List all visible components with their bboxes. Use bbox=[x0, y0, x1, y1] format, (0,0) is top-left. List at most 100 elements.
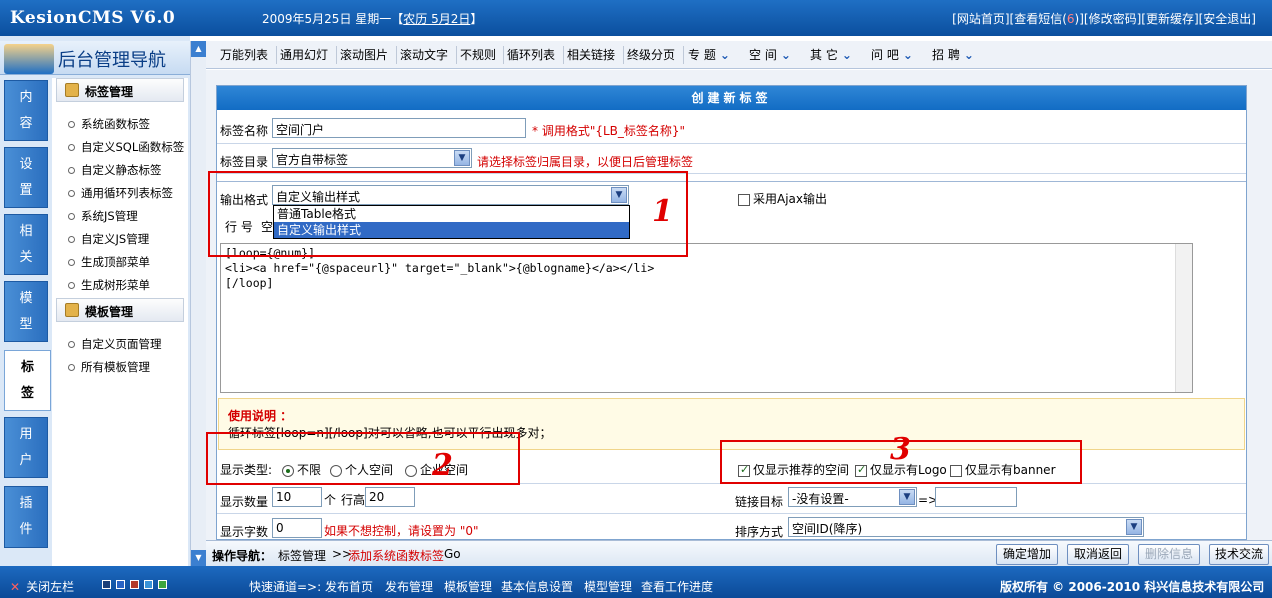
annotation-box-1 bbox=[208, 171, 688, 257]
menu-item[interactable]: 生成顶部菜单 bbox=[68, 254, 150, 270]
top-links[interactable]: [网站首页][查看短信(6)][修改密码][更新缓存][安全退出] bbox=[952, 10, 1256, 27]
lunar-date[interactable]: 农历 5月2日 bbox=[403, 12, 470, 26]
tab-item[interactable]: 相关链接 bbox=[567, 46, 615, 63]
sort-label: 排序方式 bbox=[735, 525, 784, 539]
menu-item[interactable]: 自定义静态标签 bbox=[68, 162, 162, 178]
cancel-button[interactable]: 取消返回 bbox=[1067, 544, 1129, 565]
row-divider bbox=[217, 513, 1246, 514]
tab-item[interactable]: 不规则 bbox=[460, 46, 496, 63]
tab-item[interactable]: 滚动图片 bbox=[340, 46, 388, 63]
menu-item[interactable]: 所有模板管理 bbox=[68, 359, 150, 375]
tag-dir-select[interactable]: 官方自带标签 ▼ bbox=[272, 148, 472, 168]
select-value: -没有设置- bbox=[792, 492, 849, 506]
editor-scrollbar[interactable] bbox=[1175, 244, 1192, 392]
sidebar-tab-settings[interactable]: 设 置 bbox=[4, 147, 48, 208]
footer-link[interactable]: 基本信息设置 bbox=[501, 578, 573, 595]
menu-item[interactable]: 自定义SQL函数标签 bbox=[68, 139, 184, 155]
top-links-b[interactable]: )][修改密码][更新缓存][安全退出] bbox=[1075, 12, 1256, 26]
link-target-select[interactable]: -没有设置- ▼ bbox=[788, 487, 917, 507]
count-unit: 个 bbox=[324, 493, 337, 507]
menu-item[interactable]: 系统JS管理 bbox=[68, 208, 138, 224]
tab-jobs[interactable]: 招 聘 ⌄ bbox=[932, 46, 974, 63]
sidebar-tab-related[interactable]: 相 关 bbox=[4, 214, 48, 275]
tab-label: 内 容 bbox=[19, 90, 33, 131]
breadcrumb-path[interactable]: 标签管理 bbox=[278, 547, 326, 564]
theme-swatch-icon[interactable] bbox=[130, 580, 139, 589]
display-chars-input[interactable]: 0 bbox=[272, 518, 322, 538]
menu-group-tags[interactable]: 标签管理 bbox=[56, 78, 184, 102]
tab-label: 空 间 bbox=[749, 48, 777, 62]
link-target-input[interactable] bbox=[935, 487, 1017, 507]
group-label: 标签管理 bbox=[85, 85, 134, 99]
breadcrumb-current: 添加系统函数标签 bbox=[348, 549, 445, 563]
close-left-panel[interactable]: ✕ 关闭左栏 bbox=[10, 578, 74, 595]
footer-link[interactable]: 发布管理 bbox=[385, 578, 433, 595]
tab-item[interactable]: 终级分页 bbox=[627, 46, 675, 63]
tag-name-input[interactable]: 空间门户 bbox=[272, 118, 526, 138]
chevron-down-icon[interactable]: ▼ bbox=[899, 489, 915, 505]
tab-label: 相 关 bbox=[19, 224, 33, 265]
scroll-down-icon[interactable]: ▼ bbox=[191, 550, 206, 566]
theme-swatch-icon[interactable] bbox=[144, 580, 153, 589]
tab-divider bbox=[336, 46, 337, 64]
tab-item[interactable]: 循环列表 bbox=[507, 46, 555, 63]
theme-swatch-icon[interactable] bbox=[116, 580, 125, 589]
menu-item[interactable]: 系统函数标签 bbox=[68, 116, 150, 132]
footer-link[interactable]: 发布首页 bbox=[325, 578, 373, 595]
app-logo: KesionCMS V6.0 bbox=[10, 8, 176, 28]
tab-ask[interactable]: 问 吧 ⌄ bbox=[871, 46, 913, 63]
tab-divider bbox=[456, 46, 457, 64]
scroll-up-icon[interactable]: ▲ bbox=[191, 41, 206, 57]
tab-item[interactable]: 万能列表 bbox=[220, 46, 268, 63]
theme-swatch-icon[interactable] bbox=[102, 580, 111, 589]
confirm-add-button[interactable]: 确定增加 bbox=[996, 544, 1058, 565]
sort-select[interactable]: 空间ID(降序) ▼ bbox=[788, 517, 1144, 537]
delete-button[interactable]: 删除信息 bbox=[1138, 544, 1200, 565]
tab-item[interactable]: 通用幻灯 bbox=[280, 46, 328, 63]
menu-item[interactable]: 自定义页面管理 bbox=[68, 336, 162, 352]
ajax-checkbox[interactable] bbox=[738, 193, 750, 206]
sidebar-tab-content[interactable]: 内 容 bbox=[4, 80, 48, 141]
annotation-number-3: 3 bbox=[890, 432, 911, 467]
tab-space[interactable]: 空 间 ⌄ bbox=[749, 46, 791, 63]
tab-item[interactable]: 滚动文字 bbox=[400, 46, 448, 63]
sidebar-tab-users[interactable]: 用 户 bbox=[4, 417, 48, 478]
sidebar-tab-tags[interactable]: 标 签 bbox=[4, 350, 51, 411]
tab-divider bbox=[396, 46, 397, 64]
template-code-editor[interactable]: [loop={@num}] <li><a href="{@spaceurl}" … bbox=[220, 243, 1193, 393]
menu-item[interactable]: 通用循环列表标签 bbox=[68, 185, 173, 201]
tab-other[interactable]: 其 它 ⌄ bbox=[810, 46, 852, 63]
tab-label: 模 型 bbox=[19, 291, 33, 332]
sidebar-tab-model[interactable]: 模 型 bbox=[4, 281, 48, 342]
close-icon: ✕ bbox=[10, 580, 21, 594]
display-count-input[interactable]: 10 bbox=[272, 487, 322, 507]
copyright: 版权所有 © 2006-2010 科兴信息技术有限公司 bbox=[1000, 580, 1265, 594]
date-display: 2009年5月25日 星期一【农历 5月2日】 bbox=[262, 10, 482, 27]
chevron-down-icon[interactable]: ▼ bbox=[1126, 519, 1142, 535]
footer-link[interactable]: 模型管理 bbox=[584, 578, 632, 595]
footer-link[interactable]: 查看工作进度 bbox=[641, 578, 713, 595]
display-chars-label: 显示字数 bbox=[220, 525, 269, 539]
theme-swatch-icon[interactable] bbox=[158, 580, 167, 589]
row-height-input[interactable]: 20 bbox=[365, 487, 415, 507]
sidebar-scrollbar[interactable]: ▲ ▼ bbox=[190, 41, 206, 566]
menu-item[interactable]: 生成树形菜单 bbox=[68, 277, 150, 293]
breadcrumb-go[interactable]: Go bbox=[444, 547, 461, 561]
ajax-label: 采用Ajax输出 bbox=[753, 192, 827, 206]
sidebar-tab-plugins[interactable]: 插 件 bbox=[4, 486, 48, 548]
tab-label: 用 户 bbox=[19, 427, 33, 468]
menu-group-templates[interactable]: 模板管理 bbox=[56, 298, 184, 322]
chevron-down-icon: ⌄ bbox=[841, 48, 852, 62]
users-avatar-icon bbox=[4, 44, 54, 74]
tab-divider bbox=[683, 46, 684, 64]
footer-link[interactable]: 模板管理 bbox=[444, 578, 492, 595]
tab-special[interactable]: 专 题 ⌄ bbox=[688, 46, 730, 63]
menu-item[interactable]: 自定义JS管理 bbox=[68, 231, 149, 247]
tech-support-button[interactable]: 技术交流 bbox=[1209, 544, 1269, 565]
chevron-down-icon[interactable]: ▼ bbox=[454, 150, 470, 166]
ajax-output-option[interactable]: 采用Ajax输出 bbox=[738, 190, 827, 207]
top-links-a[interactable]: [网站首页][查看短信( bbox=[952, 12, 1067, 26]
row-divider bbox=[217, 143, 1246, 144]
tag-name-label: 标签名称 bbox=[220, 124, 269, 138]
tab-divider bbox=[623, 46, 624, 64]
